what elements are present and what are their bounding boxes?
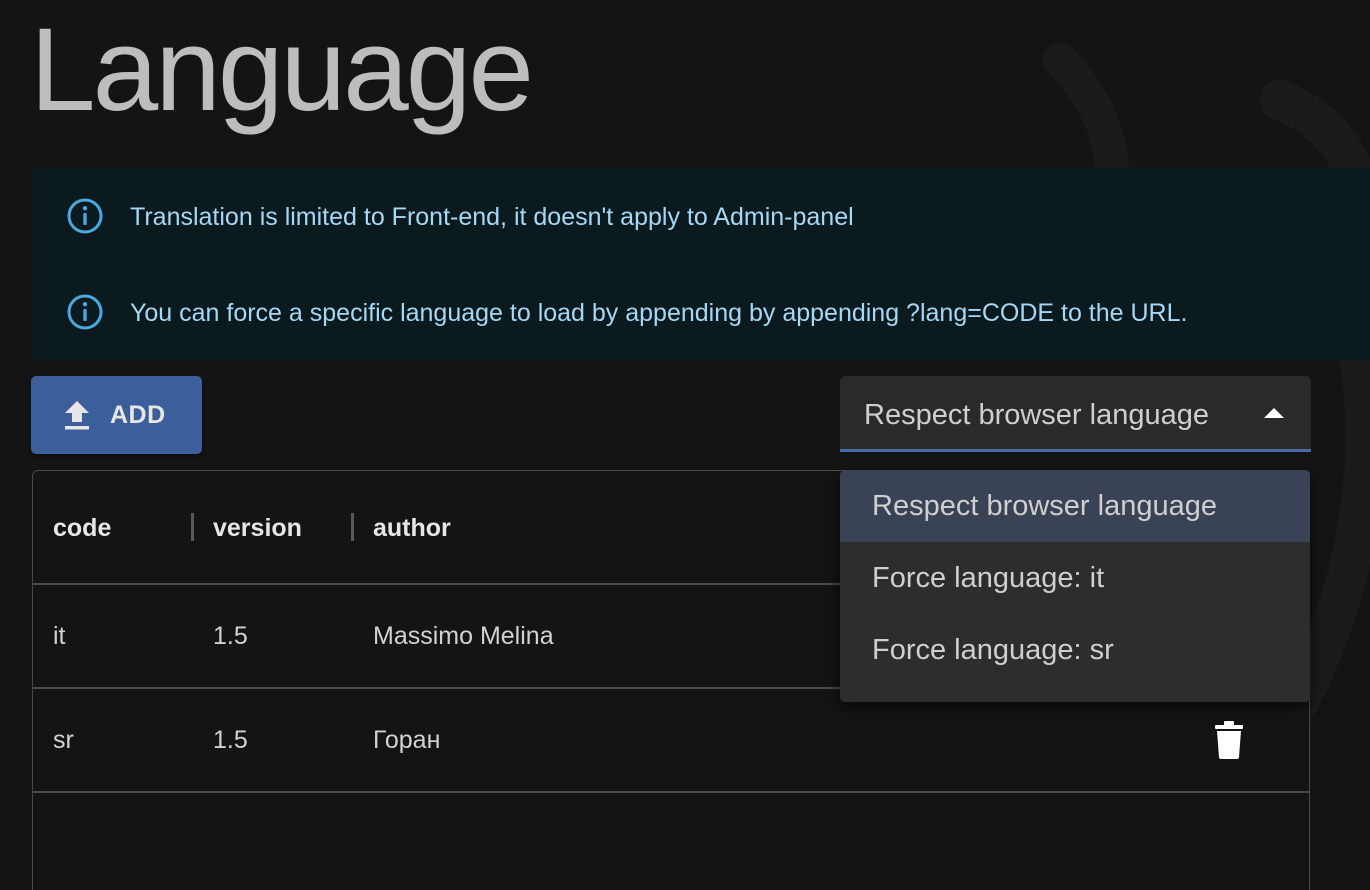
- column-header-version[interactable]: version: [213, 511, 302, 545]
- menu-item-force-it[interactable]: Force language: it: [840, 542, 1310, 614]
- info-icon: [67, 294, 103, 330]
- column-header-code[interactable]: code: [53, 511, 111, 545]
- language-page: Language Translation is limited to Front…: [0, 0, 1370, 890]
- add-button-label: ADD: [110, 401, 166, 429]
- cell-code: sr: [53, 726, 74, 754]
- menu-item-label: Force language: sr: [872, 634, 1114, 666]
- cell-version: 1.5: [213, 726, 248, 754]
- info-panel: Translation is limited to Front-end, it …: [32, 168, 1370, 360]
- row-divider: [33, 791, 1309, 793]
- menu-item-label: Respect browser language: [872, 490, 1217, 522]
- info-message-text: Translation is limited to Front-end, it …: [130, 203, 854, 231]
- column-resize-handle[interactable]: [351, 513, 354, 541]
- info-icon: [67, 198, 103, 234]
- menu-item-label: Force language: it: [872, 562, 1105, 594]
- info-message-text: You can force a specific language to loa…: [130, 299, 1188, 327]
- upload-icon: [65, 401, 89, 430]
- caret-up-icon: [1264, 408, 1284, 418]
- language-select-value: Respect browser language: [864, 399, 1209, 431]
- menu-item-force-sr[interactable]: Force language: sr: [840, 614, 1310, 686]
- add-button[interactable]: ADD: [31, 376, 202, 454]
- column-resize-handle[interactable]: [191, 513, 194, 541]
- trash-icon[interactable]: [1215, 721, 1243, 759]
- cell-author: Горан: [373, 726, 441, 754]
- language-select[interactable]: Respect browser language: [840, 376, 1311, 452]
- menu-item-respect-browser[interactable]: Respect browser language: [840, 470, 1310, 542]
- cell-version: 1.5: [213, 622, 248, 650]
- cell-code: it: [53, 622, 66, 650]
- language-select-menu: Respect browser language Force language:…: [840, 470, 1310, 702]
- cell-author: Massimo Melina: [373, 622, 554, 650]
- column-header-author[interactable]: author: [373, 511, 451, 545]
- page-title: Language: [30, 4, 534, 136]
